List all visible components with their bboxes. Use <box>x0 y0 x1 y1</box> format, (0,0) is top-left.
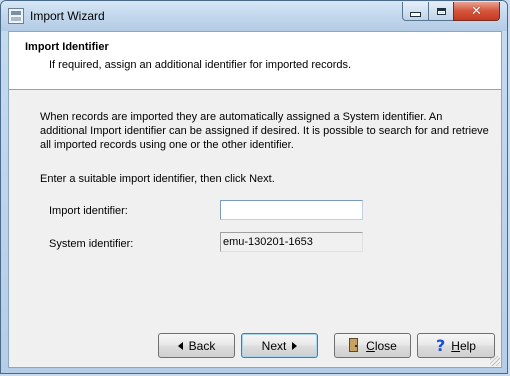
back-button[interactable]: Back <box>158 333 235 358</box>
page-title: Import Identifier <box>25 41 109 53</box>
close-label-rest: lose <box>374 338 397 353</box>
import-wizard-window: Import Wizard ✕ Import Identifier If req… <box>0 0 508 374</box>
help-button[interactable]: ? Help <box>417 333 495 358</box>
help-button-label: Help <box>451 339 476 353</box>
back-arrow-icon <box>177 341 183 350</box>
import-identifier-input[interactable] <box>220 200 363 220</box>
help-accelerator: H <box>451 338 460 353</box>
next-button-label: Next <box>261 338 287 353</box>
close-icon: ✕ <box>471 3 482 19</box>
question-mark-icon: ? <box>436 335 446 355</box>
maximize-icon <box>436 7 446 15</box>
close-accelerator: C <box>366 338 375 353</box>
door-icon <box>348 338 360 353</box>
help-label-rest: elp <box>459 338 476 353</box>
minimize-button[interactable] <box>402 2 429 21</box>
next-arrow-icon <box>292 341 298 350</box>
back-button-label: Back <box>188 338 216 353</box>
minimize-icon <box>410 12 421 17</box>
close-button-label: Close <box>366 339 397 353</box>
description-text: When records are imported they are autom… <box>40 111 489 151</box>
system-identifier-label: System identifier: <box>49 238 134 250</box>
maximize-button[interactable] <box>428 2 454 21</box>
next-button[interactable]: Next <box>241 333 318 358</box>
page-subtitle: If required, assign an additional identi… <box>49 59 352 71</box>
instruction-text: Enter a suitable import identifier, then… <box>40 173 275 185</box>
title-bar[interactable]: Import Wizard ✕ <box>1 1 507 31</box>
close-button[interactable]: Close <box>334 333 411 358</box>
system-identifier-field: emu-130201-1653 <box>220 232 363 252</box>
import-identifier-label: Import identifier: <box>49 205 128 217</box>
window-title: Import Wizard <box>30 9 105 23</box>
wizard-header: Import Identifier If required, assign an… <box>9 32 501 90</box>
resize-grip[interactable] <box>490 356 500 366</box>
window-close-button[interactable]: ✕ <box>453 2 500 21</box>
app-icon[interactable] <box>8 8 24 24</box>
wizard-client-area: Import Identifier If required, assign an… <box>8 31 502 368</box>
